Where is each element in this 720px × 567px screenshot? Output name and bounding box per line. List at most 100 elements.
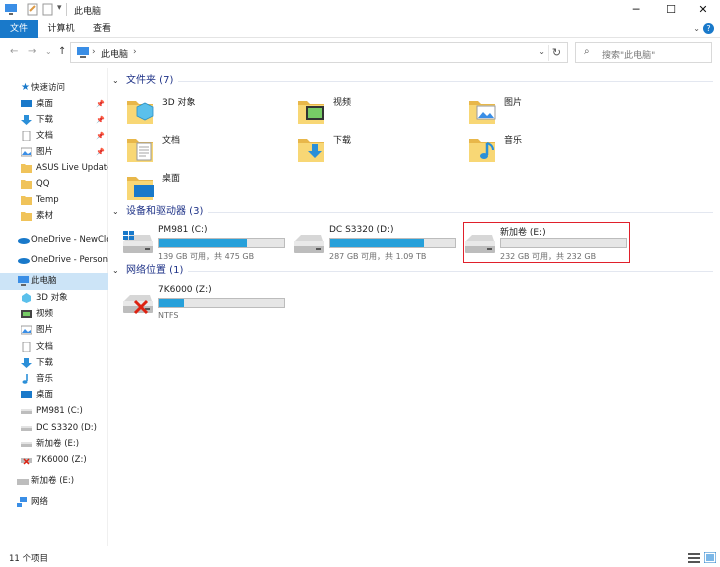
nav-label: DC S3320 (D:) [36,422,97,433]
pin-icon[interactable]: 📌 [96,112,105,128]
address-bar[interactable]: › 此电脑 › ⌄ ↻ [70,42,568,63]
recent-locations-icon[interactable]: ⌄ [45,47,52,56]
drive-icon [17,479,29,485]
back-button[interactable]: ← [10,46,18,57]
nav-item[interactable]: Temp [0,192,108,208]
address-dropdown-icon[interactable]: ⌄ [538,47,545,56]
nav-pc-item[interactable]: 图片 [0,322,108,338]
drive-info: NTFS [158,311,179,320]
drive-name: 7K6000 (Z:) [158,285,212,295]
nav-label: 3D 对象 [36,293,68,303]
nav-this-pc[interactable]: 此电脑 [0,273,108,290]
folder-item[interactable]: 视频 [296,93,466,131]
group-title: 网络位置 (1) [126,265,184,276]
nav-label: 快速访问 [31,83,66,93]
3d-objects-icon [125,93,154,129]
nav-item[interactable]: QQ [0,176,108,192]
drive-item[interactable]: 7K6000 (Z:) NTFS [121,283,287,323]
nav-pc-item[interactable]: 桌面 [0,387,108,403]
nav-pc-item[interactable]: 3D 对象 [0,290,108,306]
nav-pc-item[interactable]: 文档 [0,339,108,355]
status-bar: 11 个项目 [0,548,720,567]
up-button[interactable]: ↑ [58,46,66,57]
search-placeholder: 搜索"此电脑" [602,51,656,61]
pin-icon[interactable]: 📌 [96,128,105,144]
nav-item[interactable]: 下载 📌 [0,112,108,128]
help-icon[interactable]: ? [703,23,714,34]
drive-name: PM981 (C:) [158,225,208,235]
forward-button[interactable]: → [28,46,36,57]
picture-icon [21,325,32,335]
nav-label: Temp [36,195,59,205]
folder-item[interactable]: 3D 对象 [125,93,295,131]
drive-icon [123,231,155,257]
document-icon [22,131,31,141]
folder-icon [21,196,32,205]
nav-onedrive-personal[interactable]: OneDrive - Persona [0,252,108,268]
nav-label: PM981 (C:) [36,406,83,417]
item-count: 11 个项目 [9,554,49,564]
nav-removable-e[interactable]: 新加卷 (E:) [0,473,108,489]
address-row: ← → ⌄ ↑ › 此电脑 › ⌄ ↻ ⌕ 搜索"此电脑" [0,38,720,68]
tab-computer[interactable]: 计算机 [38,20,84,38]
tab-view[interactable]: 查看 [84,20,120,38]
navigation-pane: ★ 快速访问 桌面 📌 下载 📌 文档 📌 图片 📌 ASUS Live Update QQ Tem… [0,68,108,546]
folder-icon [21,180,32,189]
breadcrumb-this-pc[interactable]: 此电脑 [101,47,128,60]
close-button[interactable]: ✕ [686,0,720,20]
nav-pc-item[interactable]: 音乐 [0,371,108,387]
drive-name: DC S3320 (D:) [329,225,394,235]
nav-label: 7K6000 (Z:) [36,455,87,465]
pin-icon[interactable]: 📌 [96,96,105,112]
folder-item[interactable]: 桌面 [125,169,295,207]
tab-file[interactable]: 文件 [0,20,38,38]
nav-item[interactable]: ASUS Live Update [0,160,108,176]
nav-pc-item[interactable]: 7K6000 (Z:) [0,452,108,468]
ribbon-tabs: 文件 计算机 查看 ⌄ ? [0,20,720,38]
nav-item[interactable]: 图片 📌 [0,144,108,160]
nav-pc-item[interactable]: 新加卷 (E:) [0,436,108,452]
nav-pc-item[interactable]: 视频 [0,306,108,322]
drive-info: 287 GB 可用，共 1.09 TB [329,252,427,261]
search-icon: ⌕ [584,46,590,57]
nav-pc-item[interactable]: DC S3320 (D:) [0,420,108,436]
network-icon [17,497,27,507]
drive-item[interactable]: PM981 (C:) 139 GB 可用，共 475 GB [121,223,287,263]
folder-label: 视频 [333,98,352,108]
folder-item[interactable]: 音乐 [467,131,637,169]
breadcrumb-separator[interactable]: › [92,47,96,57]
nav-item[interactable]: 素材 [0,208,108,224]
folder-item[interactable]: 图片 [467,93,637,131]
highlight-box [463,222,630,263]
nav-label: 桌面 [36,99,54,109]
maximize-button[interactable]: ☐ [654,0,688,20]
nav-label: 图片 [36,325,54,336]
refresh-icon[interactable]: ↻ [548,45,564,61]
folder-item[interactable]: 文档 [125,131,295,169]
properties-icon[interactable] [27,3,38,16]
music-icon [467,131,497,167]
large-icons-view-icon[interactable] [704,552,716,563]
nav-item[interactable]: 桌面 📌 [0,96,108,112]
details-view-icon[interactable] [688,552,700,563]
nav-quick-access[interactable]: ★ 快速访问 [0,80,108,96]
drive-icon [21,441,32,447]
this-pc-icon [77,47,89,58]
minimize-button[interactable]: ─ [619,0,653,20]
nav-network[interactable]: 网络 [0,494,108,510]
nav-item[interactable]: 文档 📌 [0,128,108,144]
folder-item[interactable]: 下载 [296,131,466,169]
nav-label: 视频 [36,309,54,320]
drive-item[interactable]: DC S3320 (D:) 287 GB 可用，共 1.09 TB [292,223,458,263]
nav-pc-item[interactable]: 下载 [0,355,108,371]
breadcrumb-separator[interactable]: › [133,47,137,57]
pin-icon[interactable]: 📌 [96,144,105,160]
nav-onedrive-newclo[interactable]: OneDrive - NewClo [0,232,108,248]
3d-objects-icon [22,293,31,303]
folder-icon [21,212,32,221]
search-input[interactable]: ⌕ 搜索"此电脑" [575,42,712,63]
nav-pc-item[interactable]: PM981 (C:) [0,403,108,419]
new-folder-icon[interactable] [42,3,53,16]
chevron-down-icon[interactable]: ⌄ [693,24,700,33]
quick-access-dropdown-icon[interactable]: ▾ [57,3,62,13]
